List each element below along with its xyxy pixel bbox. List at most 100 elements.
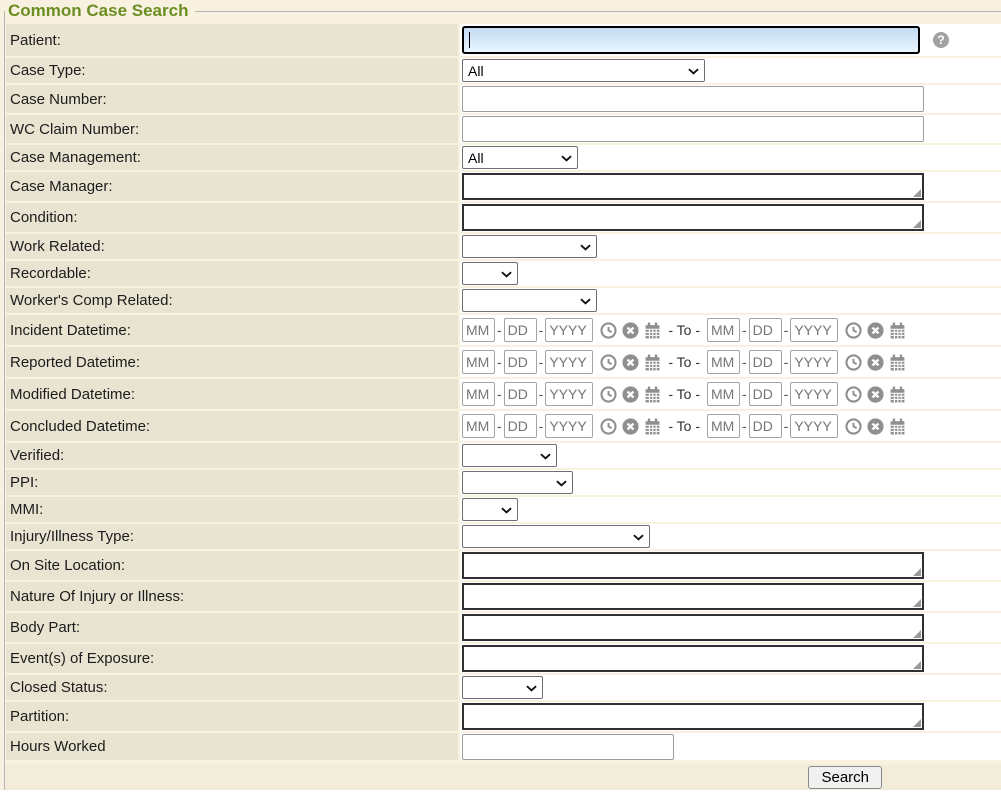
concluded-from-month-input[interactable] [462, 414, 495, 438]
modified-to-month-input[interactable] [707, 382, 740, 406]
case-number-input[interactable] [462, 86, 924, 112]
search-button[interactable]: Search [808, 766, 882, 789]
label-partition: Partition: [6, 702, 458, 731]
calendar-icon[interactable] [889, 322, 906, 339]
concluded-to-month-input[interactable] [707, 414, 740, 438]
partition-textarea[interactable] [462, 703, 924, 730]
concluded-to-day-input[interactable] [749, 414, 782, 438]
row-recordable: Recordable: [6, 261, 1001, 286]
row-mmi: MMI: [6, 497, 1001, 522]
on-site-location-textarea[interactable] [462, 552, 924, 579]
recordable-select[interactable] [462, 262, 518, 285]
incident-to-month-input[interactable] [707, 318, 740, 342]
calendar-icon[interactable] [644, 386, 661, 403]
date-separator: - [539, 322, 544, 338]
label-on-site-location: On Site Location: [6, 551, 458, 580]
reported-from-day-input[interactable] [504, 350, 537, 374]
row-modified-datetime: Modified Datetime: - - - To - - - [6, 379, 1001, 409]
row-concluded-datetime: Concluded Datetime: - - - To - - - [6, 411, 1001, 441]
row-reported-datetime: Reported Datetime: - - - To - - - [6, 347, 1001, 377]
clock-icon[interactable] [845, 418, 862, 435]
label-mmi: MMI: [6, 497, 458, 522]
work-related-select[interactable] [462, 235, 597, 258]
clear-icon[interactable] [622, 354, 639, 371]
reported-to-day-input[interactable] [749, 350, 782, 374]
clock-icon[interactable] [600, 322, 617, 339]
label-case-type: Case Type: [6, 58, 458, 83]
ppi-select[interactable] [462, 471, 573, 494]
row-case-type: Case Type: All [6, 58, 1001, 83]
reported-to-month-input[interactable] [707, 350, 740, 374]
workers-comp-related-select[interactable] [462, 289, 597, 312]
body-part-textarea[interactable] [462, 614, 924, 641]
chevron-down-icon [556, 480, 567, 487]
clock-icon[interactable] [600, 386, 617, 403]
label-workers-comp-related: Worker's Comp Related: [6, 288, 458, 313]
incident-from-year-input[interactable] [545, 318, 593, 342]
clear-icon[interactable] [622, 418, 639, 435]
clock-icon[interactable] [600, 354, 617, 371]
clear-icon[interactable] [867, 418, 884, 435]
incident-from-month-input[interactable] [462, 318, 495, 342]
label-hours-worked: Hours Worked [6, 733, 458, 760]
calendar-icon[interactable] [644, 322, 661, 339]
label-nature-of-injury: Nature Of Injury or Illness: [6, 582, 458, 611]
date-separator: - [742, 322, 747, 338]
concluded-from-day-input[interactable] [504, 414, 537, 438]
calendar-icon[interactable] [889, 354, 906, 371]
calendar-icon[interactable] [889, 386, 906, 403]
modified-from-day-input[interactable] [504, 382, 537, 406]
incident-to-day-input[interactable] [749, 318, 782, 342]
clock-icon[interactable] [845, 386, 862, 403]
clear-icon[interactable] [622, 322, 639, 339]
case-management-select[interactable]: All [462, 146, 578, 169]
reported-from-month-input[interactable] [462, 350, 495, 374]
row-work-related: Work Related: [6, 234, 1001, 259]
clear-icon[interactable] [622, 386, 639, 403]
incident-from-day-input[interactable] [504, 318, 537, 342]
label-work-related: Work Related: [6, 234, 458, 259]
modified-to-day-input[interactable] [749, 382, 782, 406]
label-injury-illness-type: Injury/Illness Type: [6, 524, 458, 549]
chevron-down-icon [526, 685, 537, 692]
help-icon[interactable]: ? [933, 32, 949, 48]
clear-icon[interactable] [867, 386, 884, 403]
modified-from-year-input[interactable] [545, 382, 593, 406]
injury-illness-type-select[interactable] [462, 525, 650, 548]
calendar-icon[interactable] [644, 354, 661, 371]
label-case-manager: Case Manager: [6, 172, 458, 201]
modified-from-month-input[interactable] [462, 382, 495, 406]
closed-status-select[interactable] [462, 676, 543, 699]
clock-icon[interactable] [845, 354, 862, 371]
incident-to-year-input[interactable] [790, 318, 838, 342]
hours-worked-input[interactable] [462, 734, 674, 760]
clock-icon[interactable] [845, 322, 862, 339]
concluded-to-year-input[interactable] [790, 414, 838, 438]
wc-claim-number-input[interactable] [462, 116, 924, 142]
nature-of-injury-textarea[interactable] [462, 583, 924, 610]
events-of-exposure-textarea[interactable] [462, 645, 924, 672]
row-closed-status: Closed Status: [6, 675, 1001, 700]
label-ppi: PPI: [6, 470, 458, 495]
reported-to-year-input[interactable] [790, 350, 838, 374]
case-manager-textarea[interactable] [462, 173, 924, 200]
clear-icon[interactable] [867, 322, 884, 339]
date-separator: - [742, 354, 747, 370]
concluded-from-year-input[interactable] [545, 414, 593, 438]
modified-to-year-input[interactable] [790, 382, 838, 406]
clock-icon[interactable] [600, 418, 617, 435]
patient-input[interactable] [462, 26, 920, 54]
reported-from-year-input[interactable] [545, 350, 593, 374]
calendar-icon[interactable] [644, 418, 661, 435]
label-case-number: Case Number: [6, 85, 458, 113]
verified-select[interactable] [462, 444, 557, 467]
condition-textarea[interactable] [462, 204, 924, 231]
calendar-icon[interactable] [889, 418, 906, 435]
case-type-select[interactable]: All [462, 59, 705, 82]
mmi-select[interactable] [462, 498, 518, 521]
label-concluded-datetime: Concluded Datetime: [6, 411, 458, 441]
date-range-to-label: - To - [668, 386, 700, 402]
clear-icon[interactable] [867, 354, 884, 371]
row-patient: Patient: ? [6, 24, 1001, 56]
date-separator: - [784, 386, 789, 402]
